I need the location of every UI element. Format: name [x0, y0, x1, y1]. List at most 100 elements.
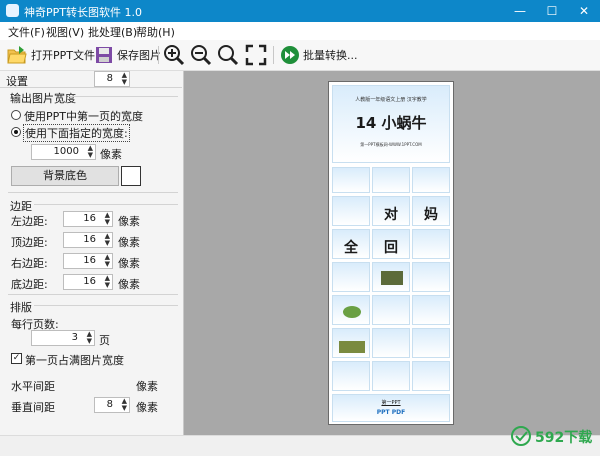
custom-width-radio[interactable] — [11, 127, 21, 137]
end-slide-logo: PPT PDF — [376, 409, 406, 416]
watermark-text: 592下载 — [535, 430, 593, 446]
save-disk-icon — [96, 47, 112, 63]
slide-photo — [332, 328, 370, 358]
first-page-full-checkbox[interactable]: ✓ — [11, 353, 22, 364]
slide-char: 妈 — [424, 207, 438, 223]
slide-char: 回 — [384, 240, 398, 256]
cover-subtitle: 人教版一年级语文上册 汉字教学 — [355, 97, 427, 103]
save-image-button[interactable]: 保存图片 — [94, 44, 161, 66]
stepper-arrows-icon[interactable]: ▲ ▼ — [105, 254, 110, 268]
zoom-out-icon — [191, 45, 212, 66]
background-color-button[interactable]: 背景底色 — [11, 166, 119, 186]
divider — [0, 87, 182, 88]
slide-thumb — [332, 196, 370, 226]
magnifier-icon — [218, 45, 239, 66]
output-width-group-title: 输出图片宽度 — [10, 92, 76, 105]
h-gap-label: 水平间距 — [11, 380, 55, 393]
slide-char-dui: 对 — [372, 196, 410, 226]
cover-footer: 第一PPT模板网-WWW.1PPT.COM — [360, 142, 422, 147]
slide-thumb — [412, 361, 450, 391]
slide-char-quan: 全 — [332, 229, 370, 259]
pages-per-row-stepper[interactable]: 3 ▲ ▼ — [31, 330, 95, 346]
toolbar-separator — [158, 46, 159, 64]
zoom-in-icon — [164, 45, 185, 66]
stepper-arrows-icon[interactable]: ▲ ▼ — [122, 398, 127, 412]
fit-to-window-button[interactable] — [245, 44, 270, 66]
h-gap-unit: 像素 — [136, 380, 158, 393]
cover-slide: 人教版一年级语文上册 汉字教学 14 小蜗牛 第一PPT模板网-WWW.1PPT… — [332, 85, 450, 163]
zoom-in-button[interactable] — [163, 44, 188, 66]
slide-thumb — [332, 167, 370, 193]
divider — [34, 305, 178, 306]
slide-thumb — [332, 361, 370, 391]
settings-panel: 设置 输出图片宽度 使用PPT中第一页的宽度 使用下面指定的宽度: 1000 ▲… — [0, 71, 184, 435]
first-page-width-radio[interactable] — [11, 110, 21, 120]
slide-thumb — [372, 328, 410, 358]
menu-view[interactable]: 视图(V) — [46, 24, 84, 40]
preview-area[interactable]: 人教版一年级语文上册 汉字教学 14 小蜗牛 第一PPT模板网-WWW.1PPT… — [184, 71, 600, 435]
bottom-margin-stepper[interactable]: 16 ▲ ▼ — [63, 274, 113, 290]
left-margin-stepper[interactable]: 16 ▲ ▼ — [63, 211, 113, 227]
slide-thumb — [412, 328, 450, 358]
pages-per-row-unit: 页 — [99, 334, 110, 347]
slide-char-hui: 回 — [372, 229, 410, 259]
h-gap-stepper[interactable]: 8 ▲ ▼ — [94, 71, 130, 87]
slide-thumb — [412, 295, 450, 325]
slide-thumb — [332, 262, 370, 292]
batch-convert-label: 批量转换... — [303, 49, 358, 62]
bottom-margin-unit: 像素 — [118, 278, 140, 291]
fit-screen-icon — [245, 44, 267, 66]
custom-width-label: 使用下面指定的宽度: — [23, 124, 130, 142]
menu-help[interactable]: 帮助(H) — [136, 24, 175, 40]
divider — [8, 294, 178, 295]
slide-char: 对 — [384, 207, 398, 223]
v-gap-stepper[interactable]: 8 ▲ ▼ — [94, 397, 130, 413]
slide-thumb — [372, 361, 410, 391]
stepper-arrows-icon[interactable]: ▲ ▼ — [88, 145, 93, 159]
left-margin-label: 左边距: — [11, 215, 48, 228]
width-value: 1000 — [53, 146, 79, 157]
right-margin-label: 右边距: — [11, 257, 48, 270]
top-margin-label: 顶边距: — [11, 236, 48, 249]
slide-photo — [372, 262, 410, 292]
width-stepper[interactable]: 1000 ▲ ▼ — [31, 144, 96, 160]
bottom-margin-value: 16 — [83, 276, 96, 287]
end-slide: 第一PPT PPT PDF — [332, 394, 450, 422]
menu-batch[interactable]: 批处理(B) — [88, 24, 137, 40]
zoom-out-button[interactable] — [190, 44, 215, 66]
end-slide-text: 第一PPT — [381, 400, 401, 406]
menu-file[interactable]: 文件(F) — [8, 24, 45, 40]
app-icon — [6, 4, 19, 17]
divider — [34, 204, 178, 205]
toolbar: 打开PPT文件... 保存图片 批量转换... — [0, 40, 600, 71]
slide-photo — [332, 295, 370, 325]
slide-thumb — [412, 229, 450, 259]
open-ppt-button[interactable]: 打开PPT文件... — [6, 44, 105, 66]
cover-title: 14 小蜗牛 — [355, 114, 427, 132]
maximize-button[interactable]: ☐ — [536, 0, 568, 22]
folder-open-icon — [7, 46, 27, 64]
right-margin-stepper[interactable]: 16 ▲ ▼ — [63, 253, 113, 269]
close-button[interactable]: ✕ — [568, 0, 600, 22]
slide-char: 全 — [344, 240, 358, 256]
stepper-arrows-icon[interactable]: ▲ ▼ — [122, 72, 127, 86]
slide-thumb — [412, 262, 450, 292]
stepper-arrows-icon[interactable]: ▲ ▼ — [87, 331, 92, 345]
pages-per-row-value: 3 — [71, 332, 78, 343]
batch-convert-button[interactable]: 批量转换... — [280, 44, 358, 66]
left-margin-unit: 像素 — [118, 215, 140, 228]
top-margin-stepper[interactable]: 16 ▲ ▼ — [63, 232, 113, 248]
stepper-arrows-icon[interactable]: ▲ ▼ — [105, 212, 110, 226]
stepper-arrows-icon[interactable]: ▲ ▼ — [105, 275, 110, 289]
minimize-button[interactable]: — — [504, 0, 536, 22]
background-color-swatch[interactable] — [121, 166, 141, 186]
width-unit: 像素 — [100, 148, 122, 161]
layout-group-title: 排版 — [10, 301, 32, 314]
stepper-arrows-icon[interactable]: ▲ ▼ — [105, 233, 110, 247]
slide-thumb — [412, 167, 450, 193]
toolbar-separator — [273, 46, 274, 64]
long-image-preview[interactable]: 人教版一年级语文上册 汉字教学 14 小蜗牛 第一PPT模板网-WWW.1PPT… — [328, 81, 454, 425]
v-gap-label: 垂直间距 — [11, 401, 55, 414]
zoom-actual-button[interactable] — [217, 44, 242, 66]
top-margin-unit: 像素 — [118, 236, 140, 249]
